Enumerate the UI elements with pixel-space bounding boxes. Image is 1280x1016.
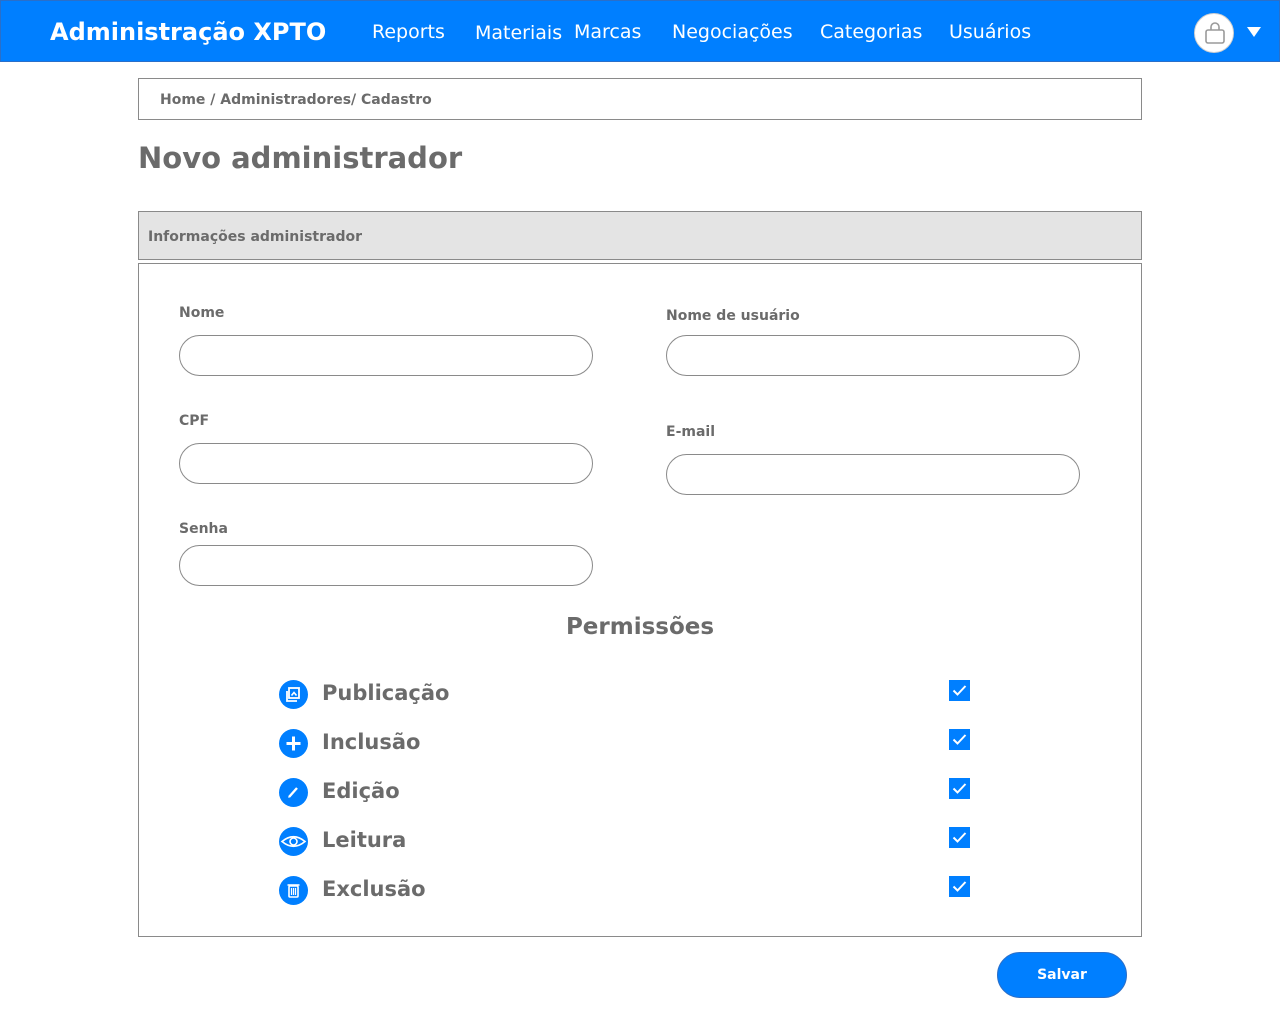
usuario-input[interactable] [666, 335, 1080, 376]
permission-row-publicacao: Publicação [279, 680, 979, 712]
chevron-down-icon[interactable] [1247, 27, 1261, 37]
save-button[interactable]: Salvar [997, 952, 1127, 998]
publish-icon [279, 680, 308, 709]
trash-icon [279, 876, 308, 905]
nav-marcas[interactable]: Marcas [574, 21, 641, 43]
permission-row-exclusao: Exclusão [279, 876, 979, 908]
permission-row-inclusao: Inclusão [279, 729, 979, 761]
senha-input[interactable] [179, 545, 593, 586]
permissions-title: Permissões [565, 614, 715, 640]
pencil-icon [279, 778, 308, 807]
email-label: E-mail [666, 424, 716, 440]
email-input[interactable] [666, 454, 1080, 495]
permission-checkbox-publicacao[interactable] [949, 680, 970, 701]
permission-label: Inclusão [322, 730, 421, 754]
senha-label: Senha [179, 521, 228, 537]
permission-checkbox-inclusao[interactable] [949, 729, 970, 750]
section-title: Informações administrador [148, 229, 362, 245]
nav-materiais[interactable]: Materiais [475, 22, 562, 44]
permission-checkbox-leitura[interactable] [949, 827, 970, 848]
nome-input[interactable] [179, 335, 593, 376]
usuario-label: Nome de usuário [666, 308, 800, 324]
cpf-input[interactable] [179, 443, 593, 484]
breadcrumb-text[interactable]: Home / Administradores/ Cadastro [160, 92, 432, 108]
permission-label: Publicação [322, 681, 450, 705]
permission-label: Leitura [322, 828, 407, 852]
eye-icon [279, 827, 308, 856]
permission-label: Edição [322, 779, 400, 803]
breadcrumb: Home / Administradores/ Cadastro [138, 78, 1142, 120]
plus-icon [279, 729, 308, 758]
nav-categorias[interactable]: Categorias [820, 21, 922, 43]
nav-usuarios[interactable]: Usuários [949, 21, 1031, 43]
user-icon [1205, 22, 1225, 44]
top-nav-bar: Administração XPTO Reports Materiais Mar… [0, 0, 1280, 62]
section-header: Informações administrador [138, 211, 1142, 260]
permission-label: Exclusão [322, 877, 426, 901]
permission-row-leitura: Leitura [279, 827, 979, 859]
nav-negociacoes[interactable]: Negociações [672, 21, 793, 43]
app-brand[interactable]: Administração XPTO [50, 18, 326, 46]
page-title: Novo administrador [138, 141, 463, 175]
nome-label: Nome [179, 305, 225, 321]
cpf-label: CPF [179, 413, 210, 429]
permission-row-edicao: Edição [279, 778, 979, 810]
permission-checkbox-edicao[interactable] [949, 778, 970, 799]
nav-reports[interactable]: Reports [372, 21, 445, 43]
user-avatar[interactable] [1194, 13, 1234, 53]
permission-checkbox-exclusao[interactable] [949, 876, 970, 897]
